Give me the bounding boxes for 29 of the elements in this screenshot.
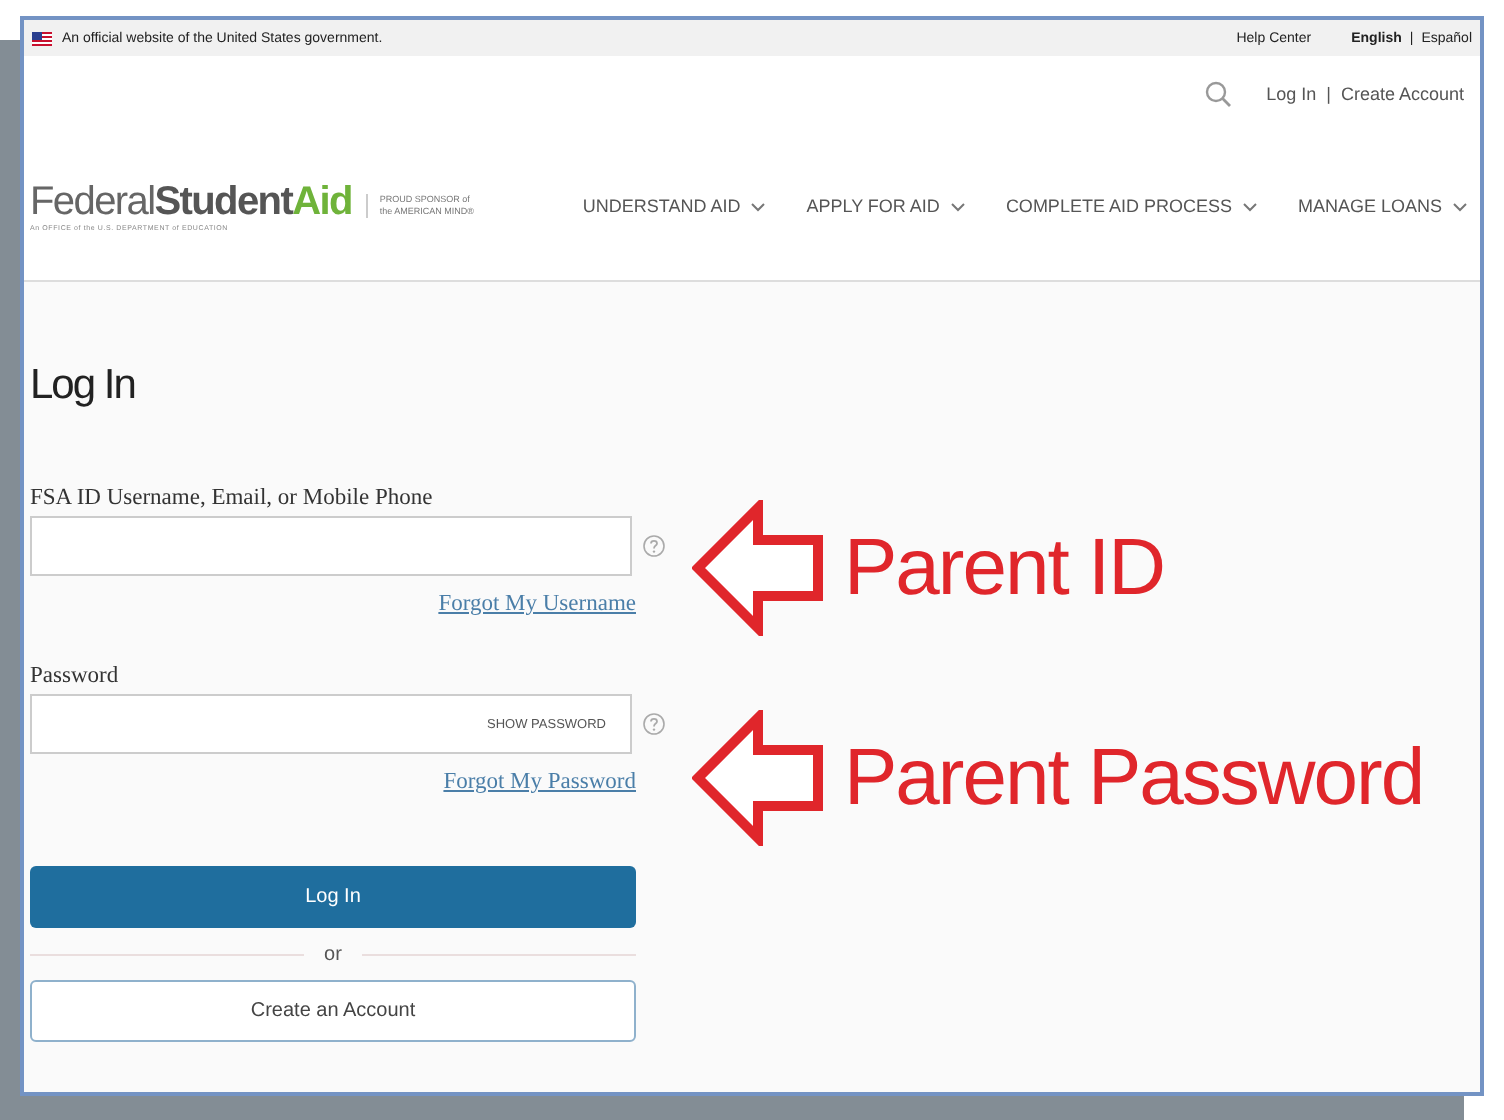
search-icon (1204, 80, 1233, 108)
separator: | (1326, 84, 1331, 104)
page-heading: Log In (30, 362, 137, 410)
divider-text: or (324, 943, 342, 965)
chevron-down-icon (750, 201, 767, 211)
nav-item[interactable]: COMPLETE AID PROCESS (1005, 196, 1258, 216)
flag-icon (32, 31, 52, 45)
account-link[interactable]: Create Account (1340, 84, 1464, 104)
field-label: FSA ID Username, Email, or Mobile Phone (30, 486, 435, 510)
forgot-link[interactable]: Forgot My Username (438, 592, 636, 616)
field-label: Password (30, 664, 121, 688)
login-button[interactable]: Log In (30, 866, 636, 928)
nav-item[interactable]: UNDERSTAND AID (582, 196, 767, 216)
nav-item[interactable]: MANAGE LOANS (1297, 196, 1468, 216)
nav-item[interactable]: APPLY FOR AID (806, 196, 966, 216)
forgot-link[interactable]: Forgot My Password (443, 770, 636, 794)
create-account-button[interactable]: Create an Account (30, 980, 636, 1042)
annotation-arrow (692, 500, 824, 636)
annotation-text: Parent Password (844, 733, 1424, 823)
chevron-down-icon (1452, 201, 1468, 211)
account-link[interactable]: Log In (1266, 84, 1317, 104)
annotation-arrow (692, 710, 824, 846)
chevron-down-icon (949, 201, 966, 211)
chevron-down-icon (1241, 201, 1258, 211)
help-icon (642, 712, 666, 736)
annotation-text: Parent ID (844, 523, 1164, 613)
username-field[interactable] (30, 516, 632, 576)
logo-wordmark[interactable]: FederalStudentAid (30, 180, 352, 224)
help-icon (642, 534, 666, 558)
